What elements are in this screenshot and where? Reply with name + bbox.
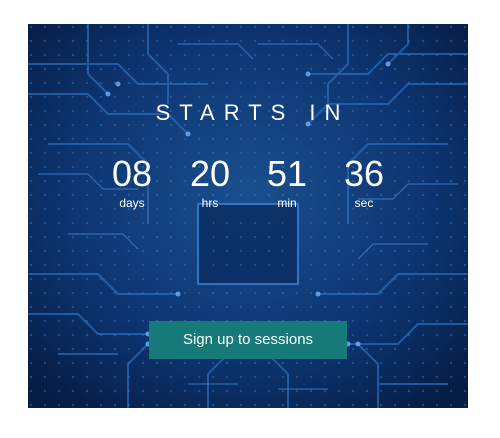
countdown-hours: 20 hrs [175,154,245,211]
countdown-seconds: 36 sec [329,154,399,211]
countdown-minutes: 51 min [252,154,322,211]
countdown-days-label: days [119,196,145,210]
countdown-minutes-label: min [277,196,297,210]
countdown-title: STARTS IN [155,100,350,125]
countdown-timer: 08 days 20 hrs 51 min 36 sec [28,154,468,224]
countdown-banner: STARTS IN 08 days 20 hrs 51 min 36 sec S… [28,24,468,408]
sign-up-button[interactable]: Sign up to sessions [149,321,347,359]
countdown-seconds-label: sec [354,196,374,210]
countdown-hours-label: hrs [201,196,219,210]
countdown-seconds-value: 36 [343,153,385,194]
countdown-minutes-value: 51 [266,153,308,194]
countdown-hours-value: 20 [189,153,231,194]
countdown-days: 08 days [97,154,167,211]
countdown-days-value: 08 [111,153,153,194]
page: STARTS IN 08 days 20 hrs 51 min 36 sec S… [0,0,500,438]
